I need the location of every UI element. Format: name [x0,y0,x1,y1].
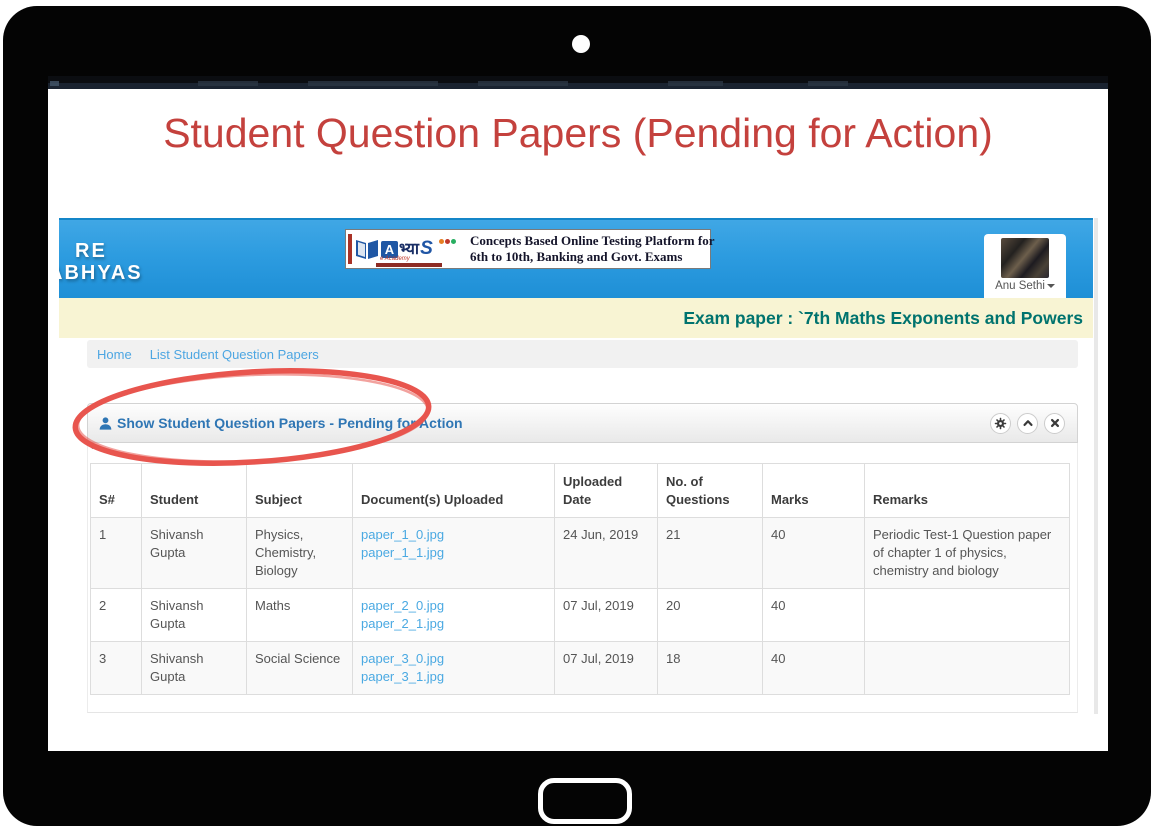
home-button [538,778,632,824]
logo-mark: A भ्या S e Academy [346,230,464,268]
logo-red-band [376,263,442,267]
question-papers-table: S# Student Subject Document(s) Uploaded … [90,463,1070,695]
user-name: Anu Sethi [984,280,1066,292]
brand-line-2: ABHYAS [59,262,143,284]
cell-subject: Physics, Chemistry, Biology [247,518,353,589]
tablet-frame: Student Question Papers (Pending for Act… [3,6,1151,826]
panel-title: Show Student Question Papers - Pending f… [117,415,463,431]
cell-questions: 20 [658,589,763,642]
person-icon [98,416,113,431]
col-marks: Marks [763,464,865,518]
collapse-button[interactable] [1017,413,1038,434]
cell-documents: paper_1_0.jpg paper_1_1.jpg [353,518,555,589]
brand-line-1: RE [75,240,143,262]
open-book-icon [354,236,380,262]
col-uploaded-date: Uploaded Date [555,464,658,518]
cell-uploaded-date: 24 Jun, 2019 [555,518,658,589]
chrome-fragment [668,81,723,86]
cell-sno: 2 [91,589,142,642]
col-questions: No. of Questions [658,464,763,518]
cell-remarks: Periodic Test-1 Question paper of chapte… [865,518,1070,589]
cell-questions: 21 [658,518,763,589]
avatar [1001,238,1049,278]
tagline-line-1: Concepts Based Online Testing Platform f… [470,233,714,249]
document-link[interactable]: paper_3_1.jpg [361,668,546,686]
screenshot-stage: Student Question Papers (Pending for Act… [0,0,1157,834]
document-link[interactable]: paper_2_1.jpg [361,615,546,633]
cell-marks: 40 [763,518,865,589]
logo-devanagari: भ्या [399,241,419,257]
page-title: Student Question Papers (Pending for Act… [48,110,1108,157]
chrome-fragment [308,81,438,86]
brand-text: RE ABHYAS [61,240,143,284]
screen: Student Question Papers (Pending for Act… [48,76,1108,751]
cell-sno: 1 [91,518,142,589]
logo-red-sliver [348,234,352,264]
chrome-fragment [198,81,258,86]
page-scrollbar[interactable] [1094,218,1098,714]
site-header: RE ABHYAS A भ्या S [59,218,1093,298]
table-row: 1 Shivansh Gupta Physics, Chemistry, Bio… [91,518,1070,589]
col-documents: Document(s) Uploaded [353,464,555,518]
table-row: 2 Shivansh Gupta Maths paper_2_0.jpg pap… [91,589,1070,642]
document-link[interactable]: paper_2_0.jpg [361,597,546,615]
cell-student: Shivansh Gupta [142,642,247,695]
logo-dots-icon [438,231,456,249]
cell-questions: 18 [658,642,763,695]
cell-documents: paper_2_0.jpg paper_2_1.jpg [353,589,555,642]
document-link[interactable]: paper_1_0.jpg [361,526,546,544]
user-name-label: Anu Sethi [995,280,1045,292]
user-menu[interactable]: Anu Sethi [984,234,1066,298]
breadcrumb: Home List Student Question Papers [87,340,1078,368]
cell-remarks [865,589,1070,642]
breadcrumb-list-student-question-papers[interactable]: List Student Question Papers [150,347,319,362]
cell-documents: paper_3_0.jpg paper_3_1.jpg [353,642,555,695]
browser-chrome-strip [48,76,1108,89]
site-logo: A भ्या S e Academy Concepts Based Online… [345,229,711,269]
cell-sno: 3 [91,642,142,695]
tagline-line-2: 6th to 10th, Banking and Govt. Exams [470,249,714,265]
breadcrumb-home[interactable]: Home [97,347,132,362]
table-row: 3 Shivansh Gupta Social Science paper_3_… [91,642,1070,695]
caret-down-icon [1047,284,1055,288]
panel-header: Show Student Question Papers - Pending f… [87,403,1078,443]
panel-body: `` S# Student Subject Document(s) Upload [87,443,1078,713]
gear-icon [994,417,1007,430]
exam-banner: Exam paper : `7th Maths Exponents and Po… [59,298,1093,338]
chrome-fragment [50,81,59,86]
col-remarks: Remarks [865,464,1070,518]
col-subject: Subject [247,464,353,518]
cell-marks: 40 [763,642,865,695]
cell-uploaded-date: 07 Jul, 2019 [555,642,658,695]
chrome-fragment [808,81,848,86]
cell-marks: 40 [763,589,865,642]
settings-button[interactable] [990,413,1011,434]
camera-dot-icon [572,35,590,53]
cell-subject: Social Science [247,642,353,695]
logo-tagline: Concepts Based Online Testing Platform f… [464,233,714,265]
chrome-fragment [478,81,568,86]
logo-letter-s: S [420,238,433,260]
exam-banner-text: Exam paper : `7th Maths Exponents and Po… [683,308,1083,328]
document-link[interactable]: paper_3_0.jpg [361,650,546,668]
document-link[interactable]: paper_1_1.jpg [361,544,546,562]
table-header-row: S# Student Subject Document(s) Uploaded … [91,464,1070,518]
cell-student: Shivansh Gupta [142,589,247,642]
logo-letter-a: A [381,241,398,258]
chevron-up-icon [1022,417,1034,429]
question-papers-panel: Show Student Question Papers - Pending f… [87,403,1078,713]
panel-toolbar [990,413,1065,434]
cell-uploaded-date: 07 Jul, 2019 [555,589,658,642]
cell-remarks [865,642,1070,695]
col-student: Student [142,464,247,518]
col-sno: S# [91,464,142,518]
stray-text: `` [90,445,1077,461]
cell-subject: Maths [247,589,353,642]
close-icon [1049,417,1061,429]
cell-student: Shivansh Gupta [142,518,247,589]
logo-subtext: e Academy [380,256,410,262]
close-button[interactable] [1044,413,1065,434]
